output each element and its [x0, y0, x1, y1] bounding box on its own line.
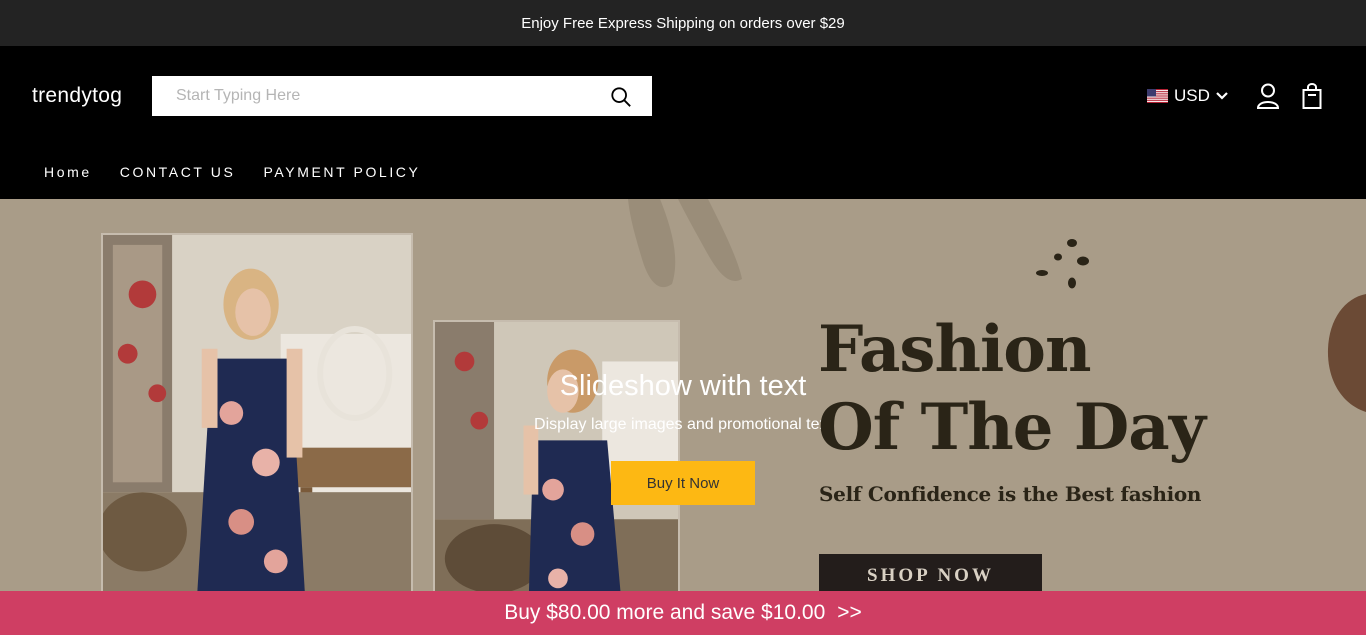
- shopping-bag-icon[interactable]: [1301, 83, 1323, 109]
- currency-code: USD: [1174, 86, 1210, 105]
- user-icon[interactable]: [1256, 83, 1280, 109]
- main-nav: Home CONTACT US PAYMENT POLICY: [44, 164, 420, 180]
- slide-title: Slideshow with text: [559, 370, 807, 402]
- search-bar: [152, 76, 652, 116]
- chevron-down-icon: [1216, 92, 1228, 100]
- banner-headline: Fashion Of The Day: [818, 311, 1206, 467]
- promo-bar[interactable]: Buy $80.00 more and save $10.00 >>: [0, 591, 1366, 635]
- decorative-dots: [1036, 239, 1089, 289]
- shop-now-button[interactable]: SHOP NOW: [819, 554, 1042, 591]
- banner-headline-line2: Of The Day: [818, 390, 1206, 465]
- buy-it-now-button[interactable]: Buy It Now: [611, 461, 755, 505]
- banner-headline-line1: Fashion: [818, 312, 1091, 387]
- announcement-text: Enjoy Free Express Shipping on orders ov…: [521, 14, 845, 32]
- store-logo[interactable]: trendytog: [32, 84, 122, 108]
- product-photo-right: [433, 320, 680, 591]
- nav-item-contact-us[interactable]: CONTACT US: [120, 164, 236, 180]
- search-input[interactable]: [152, 76, 592, 116]
- hero-slideshow: Slideshow with text Display large images…: [0, 199, 1366, 591]
- nav-item-payment-policy[interactable]: PAYMENT POLICY: [263, 164, 420, 180]
- decorative-blob: [1327, 294, 1366, 412]
- search-icon[interactable]: [610, 86, 632, 108]
- currency-selector[interactable]: USD: [1147, 86, 1228, 106]
- announcement-bar: Enjoy Free Express Shipping on orders ov…: [0, 0, 1366, 46]
- banner-tagline: Self Confidence is the Best fashion: [819, 482, 1202, 506]
- site-header: trendytog USD Hom: [0, 46, 1366, 199]
- promo-text: Buy $80.00 more and save $10.00: [504, 601, 826, 624]
- decorative-brush-shape: [628, 199, 742, 288]
- nav-item-home[interactable]: Home: [44, 164, 92, 180]
- us-flag-icon: [1147, 89, 1168, 103]
- promo-arrow: >>: [837, 601, 862, 624]
- product-photo-left: [101, 233, 413, 591]
